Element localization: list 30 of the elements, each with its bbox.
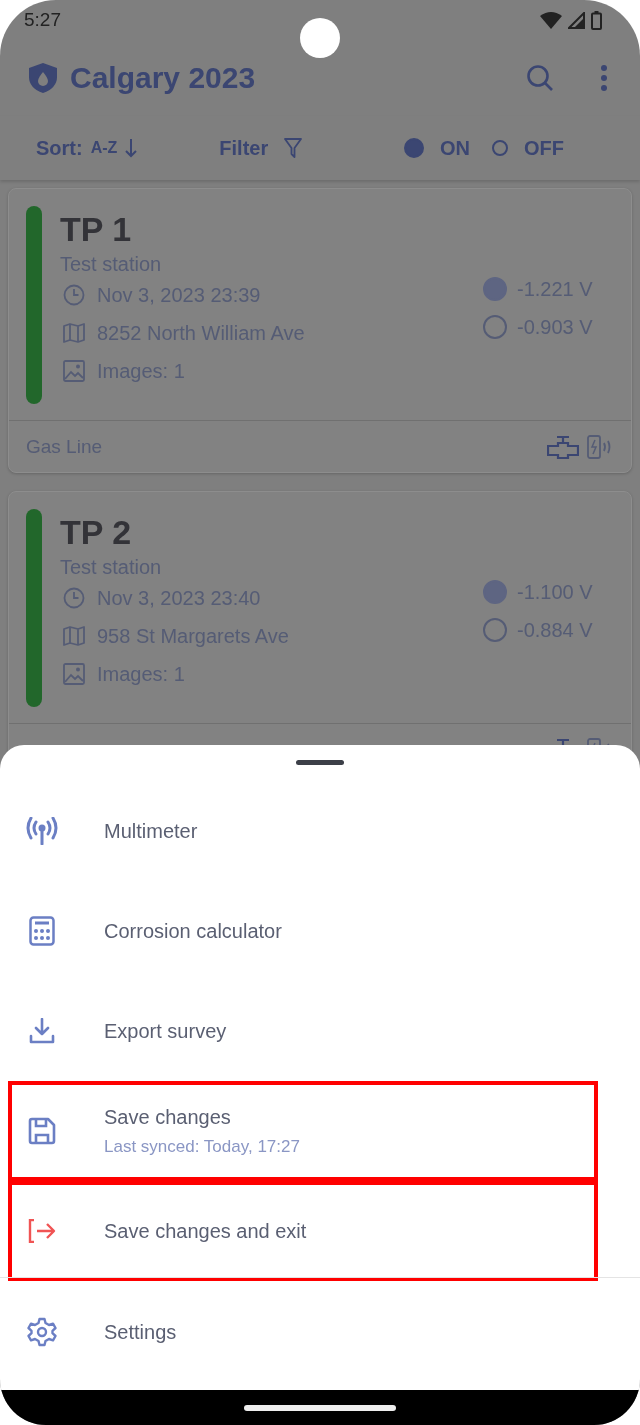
funnel-icon xyxy=(284,138,303,158)
image-icon xyxy=(63,360,85,382)
exit-arrow-icon xyxy=(28,1219,56,1243)
battery-icon xyxy=(591,10,602,30)
last-synced-note: Last synced: Today, 17:27 xyxy=(104,1136,300,1157)
pipe-valve-icon xyxy=(547,434,579,459)
image-icon xyxy=(63,663,85,685)
shield-drop-icon xyxy=(29,63,57,93)
calculator-icon xyxy=(29,916,55,946)
station-title: TP 1 xyxy=(60,209,133,249)
app-title: Calgary 2023 xyxy=(70,61,256,95)
clock-icon xyxy=(63,587,85,609)
signal-icon xyxy=(568,11,585,29)
settings-icon xyxy=(27,1317,57,1347)
wifi-icon xyxy=(540,11,562,29)
search-icon xyxy=(526,64,554,92)
home-indicator[interactable] xyxy=(244,1404,396,1411)
clock-icon xyxy=(63,284,85,306)
status-time: 5:27 xyxy=(24,9,61,31)
download-icon xyxy=(29,1018,55,1044)
menu-item[interactable]: Save changes and exit xyxy=(8,1181,598,1281)
antenna-icon xyxy=(26,817,58,845)
station-title: TP 2 xyxy=(60,512,133,552)
down-arrow-icon xyxy=(125,138,138,158)
drag-handle[interactable] xyxy=(296,760,344,765)
more-vertical-icon xyxy=(600,64,608,92)
map-icon xyxy=(63,626,85,646)
map-icon xyxy=(63,323,85,343)
menu-item[interactable]: Save changes Last synced: Today, 17:27 xyxy=(8,1081,598,1181)
camera-hole xyxy=(300,18,340,58)
